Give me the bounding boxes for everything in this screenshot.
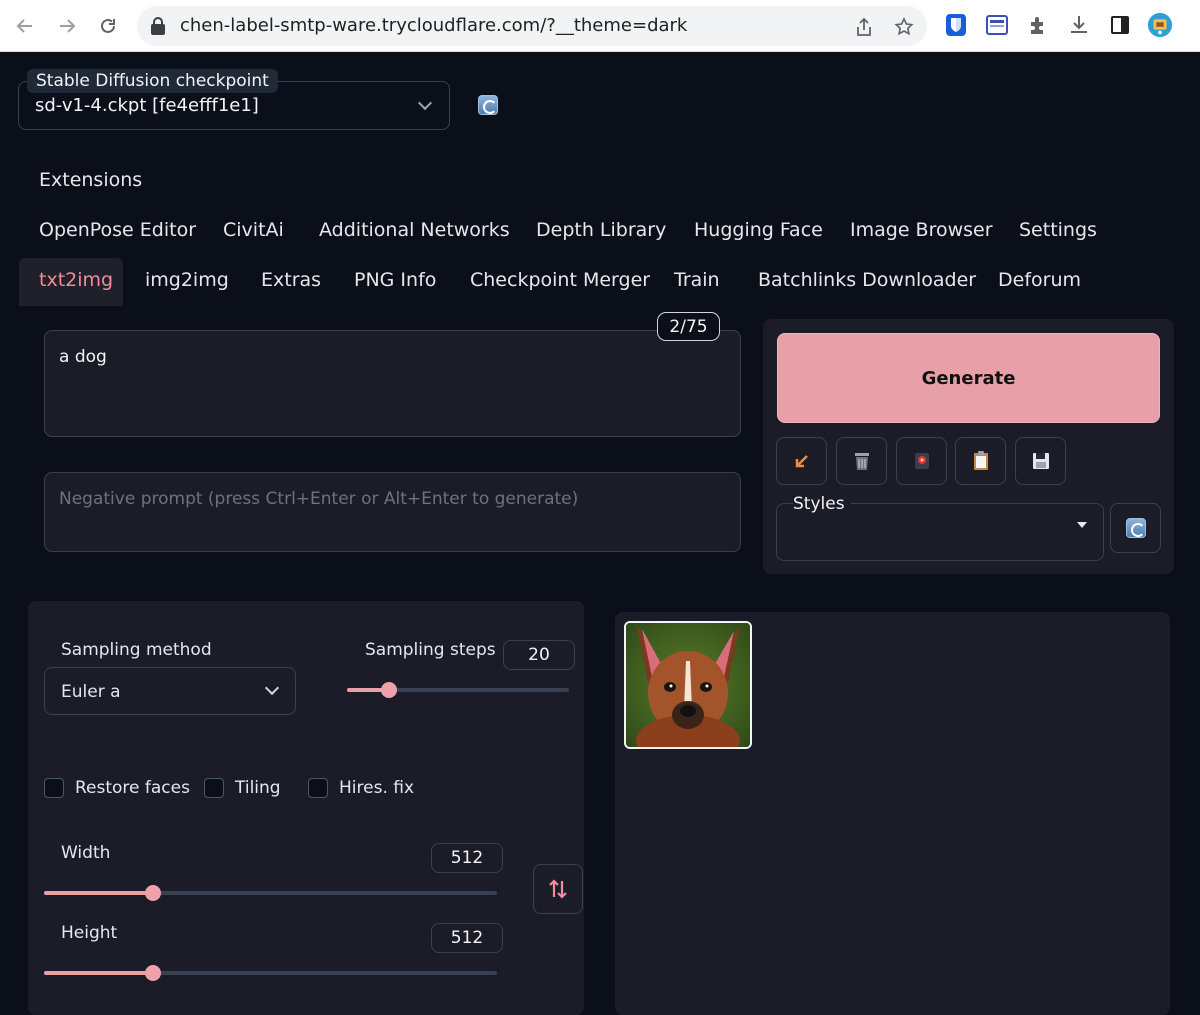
tab-additional-networks[interactable]: Additional Networks [319,219,510,241]
token-counter: 2/75 [657,312,720,341]
lock-icon[interactable] [151,17,165,35]
negative-prompt-placeholder: Negative prompt (press Ctrl+Enter or Alt… [59,489,579,509]
dog-image [626,623,750,747]
swap-vertical-icon [549,879,567,899]
show-extra-networks-button[interactable] [896,437,947,485]
trash-icon [854,453,869,470]
download-icon[interactable] [1066,12,1092,38]
tab-train[interactable]: Train [674,269,720,291]
checkpoint-label: Stable Diffusion checkpoint [27,69,278,93]
tab-checkpoint-merger[interactable]: Checkpoint Merger [470,269,650,291]
forward-arrow-icon[interactable] [53,12,81,40]
width-label: Width [61,843,111,863]
height-fill [44,971,153,975]
width-fill [44,891,153,895]
prompt-text: a dog [59,347,107,367]
sampling-method-dropdown[interactable]: Euler a [44,667,296,715]
tab-hugging-face[interactable]: Hugging Face [694,219,823,241]
tab-openpose-editor[interactable]: OpenPose Editor [39,219,196,241]
apply-style-button[interactable] [955,437,1006,485]
tab-deforum[interactable]: Deforum [998,269,1081,291]
profile-avatar[interactable] [1147,12,1173,38]
bitwarden-extension-icon[interactable] [943,12,969,38]
paste-params-button[interactable] [776,437,827,485]
tab-txt2img[interactable]: txt2img [39,269,113,291]
width-thumb[interactable] [144,885,161,901]
refresh-styles-button[interactable] [1110,503,1161,553]
height-input[interactable]: 512 [431,923,503,953]
sampling-method-label: Sampling method [61,640,212,660]
reload-icon[interactable] [94,12,122,40]
tab-png-info[interactable]: PNG Info [354,269,436,291]
tiling-checkbox[interactable] [204,778,224,798]
sampling-steps-label: Sampling steps [365,640,496,660]
refresh-checkpoints-icon[interactable] [478,95,498,115]
url-text[interactable]: chen-label-smtp-ware.trycloudflare.com/?… [180,15,687,36]
tiling-label: Tiling [235,778,281,798]
width-slider[interactable] [44,885,497,901]
arrow-down-left-icon [795,455,808,468]
side-panel-icon[interactable] [1107,12,1133,38]
settings-panel [28,601,584,1015]
back-arrow-icon[interactable] [11,12,39,40]
tab-batchlinks-downloader[interactable]: Batchlinks Downloader [758,269,976,291]
negative-prompt-textarea[interactable]: Negative prompt (press Ctrl+Enter or Alt… [44,472,741,552]
height-label: Height [61,923,118,943]
restore-faces-label: Restore faces [75,778,190,798]
star-icon[interactable] [893,16,915,38]
generate-button[interactable]: Generate [777,333,1160,423]
generated-image-thumbnail[interactable] [624,621,752,749]
tab-extensions[interactable]: Extensions [39,169,142,191]
hires-fix-label: Hires. fix [339,778,415,798]
window-extension-icon[interactable] [984,12,1010,38]
chevron-down-icon [417,95,433,111]
sampling-steps-slider[interactable] [347,682,569,698]
puzzle-extensions-icon[interactable] [1025,12,1051,38]
restore-faces-checkbox[interactable] [44,778,64,798]
swap-dimensions-button[interactable] [533,864,583,914]
height-thumb[interactable] [144,965,161,981]
width-input[interactable]: 512 [431,843,503,873]
prompt-textarea[interactable]: a dog [44,330,741,437]
share-icon[interactable] [853,16,875,38]
clear-prompt-button[interactable] [836,437,887,485]
address-bar[interactable]: chen-label-smtp-ware.trycloudflare.com/?… [137,6,927,46]
browser-toolbar: chen-label-smtp-ware.trycloudflare.com/?… [0,0,1200,52]
save-style-button[interactable] [1015,437,1066,485]
tab-image-browser[interactable]: Image Browser [850,219,993,241]
sampling-steps-input[interactable]: 20 [503,640,575,670]
tab-settings[interactable]: Settings [1019,219,1097,241]
floppy-disk-icon [1032,453,1049,469]
tab-depth-library[interactable]: Depth Library [536,219,666,241]
height-slider[interactable] [44,965,497,981]
styles-label: Styles [793,494,851,514]
sampling-method-value: Euler a [61,682,121,702]
flower-card-icon [914,453,929,469]
tab-img2img[interactable]: img2img [145,269,229,291]
tab-civitai[interactable]: CivitAi [223,219,284,241]
tab-extras[interactable]: Extras [261,269,321,291]
clipboard-icon [973,451,988,470]
chevron-down-icon [264,680,280,696]
hires-fix-checkbox[interactable] [308,778,328,798]
caret-down-icon [1077,522,1087,528]
refresh-icon [1126,518,1146,538]
checkpoint-value: sd-v1-4.ckpt [fe4efff1e1] [35,95,259,116]
